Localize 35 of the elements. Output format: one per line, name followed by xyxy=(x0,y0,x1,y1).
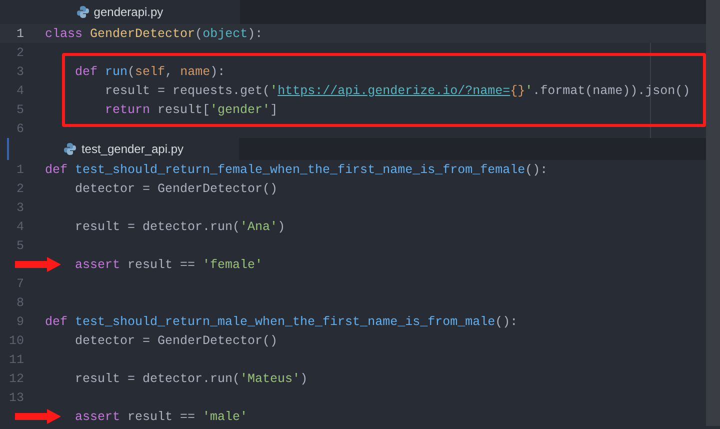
file-tab[interactable]: test_gender_api.py xyxy=(9,138,239,160)
line-number: 2 xyxy=(15,182,24,196)
code-line: assert result == 'female' xyxy=(74,258,263,272)
line-number: 5 xyxy=(15,238,24,252)
code-line: detector = GenderDetector() xyxy=(74,182,278,196)
code-line: result = requests.get('https://api.genderize.io/?name={}'.format(name)).json() xyxy=(104,84,690,98)
code-line: return result['gender'] xyxy=(104,102,278,116)
python-icon xyxy=(64,143,76,155)
line-number: 3 xyxy=(15,64,24,78)
python-icon xyxy=(76,6,89,18)
code-line: class GenderDetector(object): xyxy=(44,26,263,40)
line-number: 8 xyxy=(15,296,24,310)
code-line: def test_should_return_female_when_the_first_name_is_from_female(): xyxy=(44,162,548,176)
line-number: 13 xyxy=(8,390,24,404)
line-number: 3 xyxy=(15,200,24,214)
code-line: assert result == 'male' xyxy=(74,410,248,424)
line-number: 9 xyxy=(15,314,24,328)
line-number: 12 xyxy=(8,372,24,386)
line-number: 10 xyxy=(8,334,24,348)
file-tab[interactable]: genderapi.py xyxy=(0,0,240,24)
line-number: 5 xyxy=(15,102,24,116)
line-number: 4 xyxy=(15,84,24,98)
line-number: 1 xyxy=(15,26,24,40)
code-line: def test_should_return_male_when_the_first_name_is_from_male(): xyxy=(44,314,518,328)
line-number: 7 xyxy=(15,276,24,290)
line-number: 6 xyxy=(15,122,24,136)
code-line: detector = GenderDetector() xyxy=(74,334,278,348)
line-number: 4 xyxy=(15,220,24,234)
code-line: result = detector.run('Mateus') xyxy=(74,372,308,386)
scrollbar[interactable] xyxy=(706,0,720,426)
line-number: 1 xyxy=(15,162,24,176)
code-line: def run(self, name): xyxy=(74,64,226,78)
line-number: 2 xyxy=(15,46,24,60)
code-line: result = detector.run('Ana') xyxy=(74,220,286,234)
line-number: 11 xyxy=(8,352,24,366)
